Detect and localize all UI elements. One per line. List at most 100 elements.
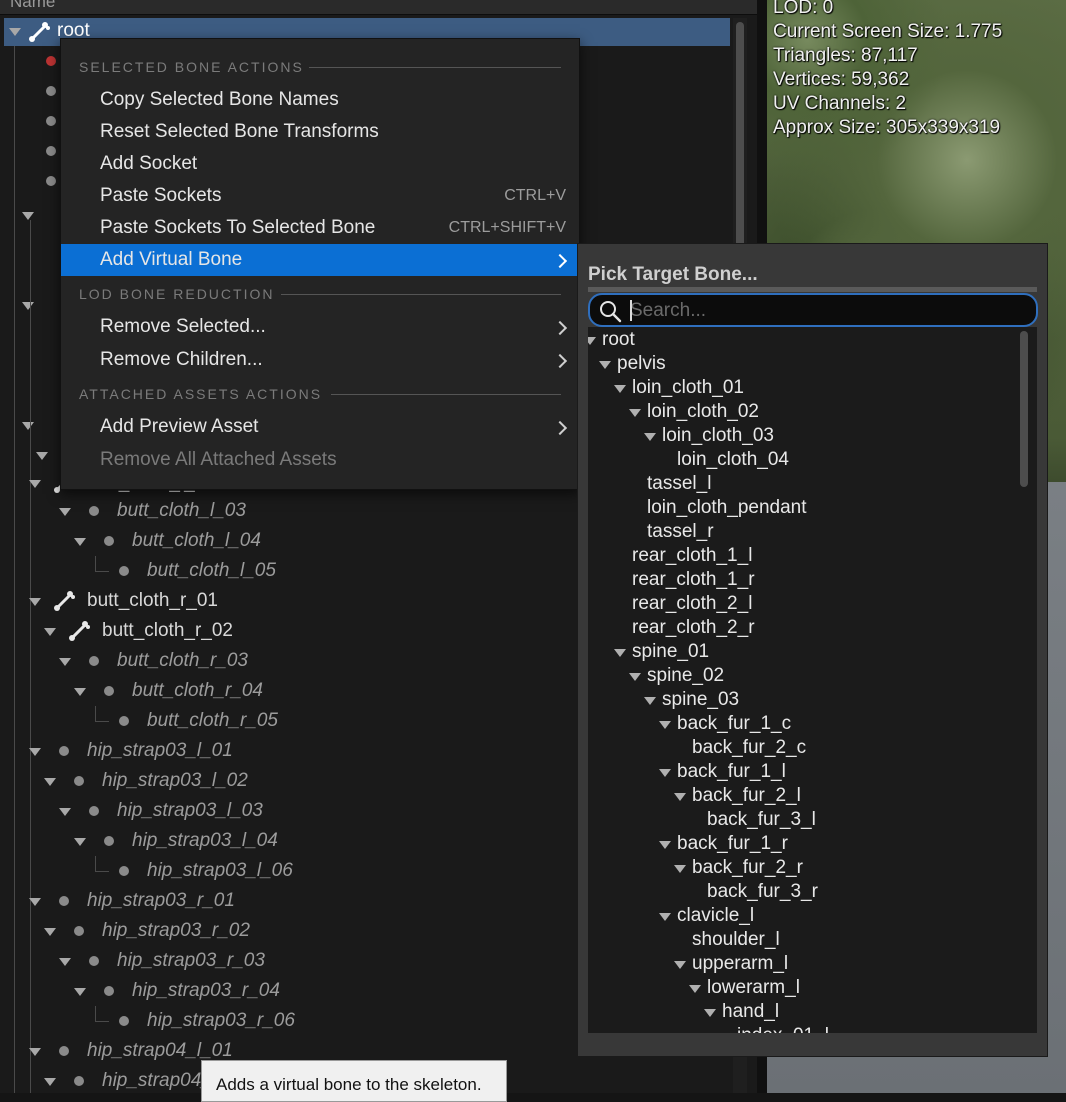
socket-icon: [46, 146, 56, 156]
bone-picker-label: root: [602, 329, 635, 350]
expand-caret-icon[interactable]: [659, 769, 671, 777]
expand-caret-icon[interactable]: [659, 913, 671, 921]
stat-lod: LOD: 0: [773, 0, 834, 18]
menu-item-add-virtual-bone[interactable]: Add Virtual Bone: [61, 244, 579, 276]
section-heading-selected-bone-actions: SELECTED BONE ACTIONS: [79, 59, 304, 75]
search-icon: [600, 301, 622, 323]
menu-item-paste-sockets[interactable]: Paste Sockets CTRL+V: [61, 180, 579, 212]
bone-search-input[interactable]: [628, 295, 1022, 327]
expand-caret-icon[interactable]: [74, 838, 86, 846]
expand-caret-icon[interactable]: [36, 452, 48, 460]
expand-caret-icon[interactable]: [59, 958, 71, 966]
bone-picker-item[interactable]: back_fur_1_c: [588, 712, 1013, 736]
expand-caret-icon[interactable]: [44, 778, 56, 786]
stat-screen-size: Current Screen Size: 1.775: [773, 21, 1003, 42]
expand-caret-icon[interactable]: [644, 433, 656, 441]
bone-picker-item[interactable]: spine_02: [588, 664, 1013, 688]
expand-caret-icon[interactable]: [44, 628, 56, 636]
bone-picker-label: loin_cloth_03: [662, 425, 774, 446]
expand-caret-icon[interactable]: [704, 1009, 716, 1017]
bone-picker-item[interactable]: index_01_l: [588, 1024, 1013, 1033]
expand-caret-icon[interactable]: [588, 337, 596, 345]
bone-list-scrollbar-thumb[interactable]: [1020, 331, 1028, 487]
menu-item-remove-children[interactable]: Remove Children...: [61, 344, 579, 376]
section-heading-lod-bone-reduction: LOD BONE REDUCTION: [79, 286, 275, 302]
bone-picker-item[interactable]: rear_cloth_2_l: [588, 592, 1013, 616]
bone-picker-item[interactable]: back_fur_2_l: [588, 784, 1013, 808]
bone-picker-item[interactable]: lowerarm_l: [588, 976, 1013, 1000]
menu-item-paste-sockets-to-selected-bone[interactable]: Paste Sockets To Selected Bone CTRL+SHIFT…: [61, 212, 579, 244]
bone-picker-item[interactable]: upperarm_l: [588, 952, 1013, 976]
tree-column-header[interactable]: Name: [0, 0, 757, 15]
expand-caret-icon[interactable]: [614, 649, 626, 657]
expand-caret-icon[interactable]: [689, 985, 701, 993]
bone-picker-item[interactable]: shoulder_l: [588, 928, 1013, 952]
virtual-bone-dot-icon: [119, 1016, 129, 1026]
bone-picker-item[interactable]: loin_cloth_04: [588, 448, 1013, 472]
bone-picker-item[interactable]: back_fur_3_r: [588, 880, 1013, 904]
expand-caret-icon[interactable]: [44, 1078, 56, 1086]
stat-approx-size: Approx Size: 305x339x319: [773, 117, 1001, 138]
expand-caret-icon[interactable]: [629, 409, 641, 417]
bone-picker-list: root pelvis loin_cloth_01 loin_cloth_02 loin…: [588, 327, 1037, 1033]
expand-caret-icon[interactable]: [29, 480, 41, 488]
bone-picker-item[interactable]: rear_cloth_2_r: [588, 616, 1013, 640]
expand-caret-icon[interactable]: [9, 28, 21, 36]
submenu-divider: [588, 287, 1037, 292]
bone-picker-item[interactable]: loin_cloth_03: [588, 424, 1013, 448]
expand-caret-icon[interactable]: [22, 302, 34, 310]
bone-picker-label: back_fur_1_l: [677, 761, 786, 782]
menu-item-copy-selected-bone-names[interactable]: Copy Selected Bone Names: [61, 84, 579, 116]
expand-caret-icon[interactable]: [629, 673, 641, 681]
bone-picker-item[interactable]: rear_cloth_1_r: [588, 568, 1013, 592]
bone-picker-item[interactable]: back_fur_1_l: [588, 760, 1013, 784]
bone-picker-label: rear_cloth_1_r: [632, 569, 755, 590]
bone-picker-label: upperarm_l: [692, 953, 789, 974]
bone-search-box[interactable]: [588, 293, 1038, 327]
bone-picker-item[interactable]: back_fur_2_r: [588, 856, 1013, 880]
expand-caret-icon[interactable]: [599, 361, 611, 369]
expand-caret-icon[interactable]: [674, 793, 686, 801]
expand-caret-icon[interactable]: [44, 928, 56, 936]
bone-picker-item[interactable]: pelvis: [588, 352, 1013, 376]
expand-caret-icon[interactable]: [74, 538, 86, 546]
expand-caret-icon[interactable]: [29, 898, 41, 906]
bone-picker-item[interactable]: root: [588, 328, 1013, 352]
bone-picker-item[interactable]: loin_cloth_01: [588, 376, 1013, 400]
expand-caret-icon[interactable]: [22, 422, 34, 430]
expand-caret-icon[interactable]: [29, 1048, 41, 1056]
bone-picker-item[interactable]: spine_01: [588, 640, 1013, 664]
expand-caret-icon[interactable]: [614, 385, 626, 393]
bone-picker-item[interactable]: hand_l: [588, 1000, 1013, 1024]
bone-picker-item[interactable]: loin_cloth_02: [588, 400, 1013, 424]
expand-caret-icon[interactable]: [59, 658, 71, 666]
expand-caret-icon[interactable]: [22, 212, 34, 220]
expand-caret-icon[interactable]: [659, 721, 671, 729]
menu-item-add-socket[interactable]: Add Socket: [61, 148, 579, 180]
bone-picker-item[interactable]: back_fur_1_r: [588, 832, 1013, 856]
expand-caret-icon[interactable]: [59, 508, 71, 516]
virtual-bone-dot-icon: [104, 686, 114, 696]
expand-caret-icon[interactable]: [29, 748, 41, 756]
expand-caret-icon[interactable]: [674, 865, 686, 873]
virtual-bone-dot-icon: [119, 716, 129, 726]
chevron-right-icon: [552, 420, 568, 436]
bone-picker-item[interactable]: rear_cloth_1_l: [588, 544, 1013, 568]
expand-caret-icon[interactable]: [659, 841, 671, 849]
expand-caret-icon[interactable]: [74, 988, 86, 996]
menu-item-add-preview-asset[interactable]: Add Preview Asset: [61, 411, 579, 443]
bone-picker-item[interactable]: clavicle_l: [588, 904, 1013, 928]
bone-picker-item[interactable]: spine_03: [588, 688, 1013, 712]
bone-picker-item[interactable]: loin_cloth_pendant: [588, 496, 1013, 520]
expand-caret-icon[interactable]: [74, 688, 86, 696]
bone-picker-item[interactable]: back_fur_2_c: [588, 736, 1013, 760]
bone-picker-item[interactable]: back_fur_3_l: [588, 808, 1013, 832]
expand-caret-icon[interactable]: [644, 697, 656, 705]
expand-caret-icon[interactable]: [674, 961, 686, 969]
menu-item-remove-selected[interactable]: Remove Selected...: [61, 311, 579, 343]
expand-caret-icon[interactable]: [29, 598, 41, 606]
bone-picker-item[interactable]: tassel_r: [588, 520, 1013, 544]
expand-caret-icon[interactable]: [59, 808, 71, 816]
bone-picker-item[interactable]: tassel_l: [588, 472, 1013, 496]
menu-item-reset-selected-bone-transforms[interactable]: Reset Selected Bone Transforms: [61, 116, 579, 148]
